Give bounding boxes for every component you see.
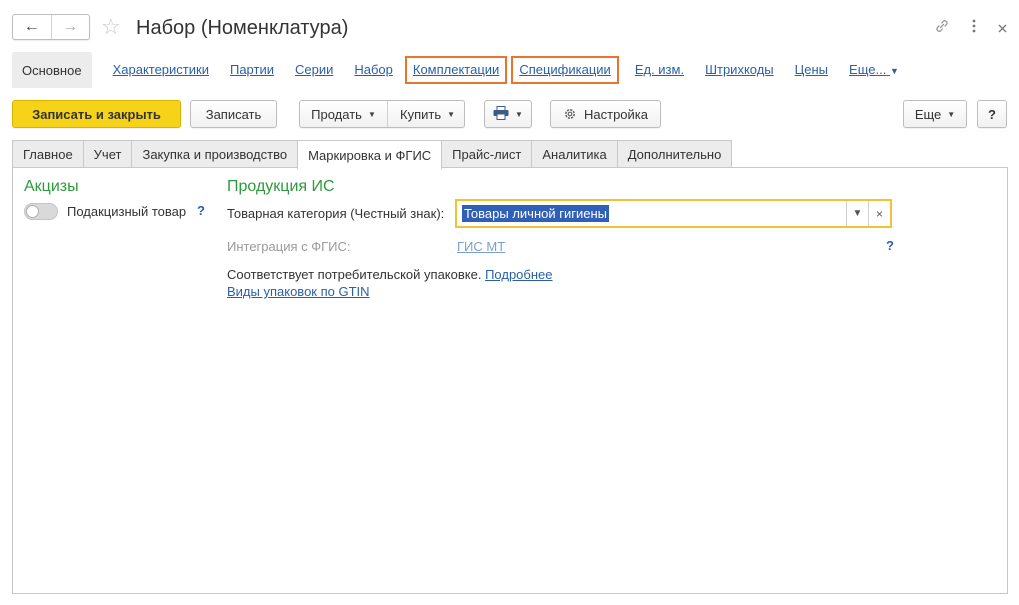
nav-link-prices[interactable]: Цены [795,61,828,79]
buy-button[interactable]: Купить ▼ [387,101,467,127]
category-label: Товарная категория (Честный знак): [227,206,445,221]
nav-current-basic[interactable]: Основное [12,52,92,88]
form-navigation: Основное Характеристики Партии Серии Наб… [12,52,999,88]
dropdown-icon[interactable]: ▼ [846,201,868,226]
nav-link-kits[interactable]: Комплектации [404,56,508,84]
link-icon[interactable] [934,18,950,37]
toggle-knob [26,205,39,218]
forward-button[interactable]: → [50,15,90,39]
caret-down-icon: ▼ [367,109,376,119]
nav-link-series[interactable]: Серии [295,61,333,79]
caret-down-icon: ▼ [889,65,899,76]
more-button[interactable]: Еще ▼ [903,100,967,128]
category-value: Товары личной гигиены [462,205,609,222]
nav-link-more[interactable]: Еще... ▼ [849,61,899,80]
packaging-more-link[interactable]: Подробнее [485,267,552,282]
favorite-star-icon[interactable]: ☆ [101,15,121,39]
excise-toggle[interactable] [24,203,58,220]
nav-link-units[interactable]: Ед. изм. [635,61,684,79]
caret-down-icon: ▼ [515,109,523,119]
arrow-left-icon: ← [23,18,40,35]
save-and-close-button[interactable]: Записать и закрыть [12,100,181,128]
excise-toggle-label: Подакцизный товар [67,204,187,219]
help-button[interactable]: ? [977,100,1007,128]
excise-help-icon[interactable]: ? [197,203,205,218]
excise-section-title: Акцизы [24,178,79,195]
tab-marking-fgis[interactable]: Маркировка и ФГИС [297,140,443,169]
settings-button[interactable]: Настройка [550,100,661,128]
product-is-section-title: Продукция ИС [227,178,335,195]
gtin-packaging-link[interactable]: Виды упаковок по GTIN [227,284,370,299]
nav-link-batches[interactable]: Партии [230,61,274,79]
more-vertical-icon[interactable] [972,19,976,36]
nav-link-characteristics[interactable]: Характеристики [113,61,209,79]
close-icon[interactable] [998,20,1007,36]
tab-accounting[interactable]: Учет [82,140,133,168]
arrow-right-icon: → [62,18,79,35]
window-controls [934,18,1007,37]
integration-label: Интеграция с ФГИС: [227,239,351,254]
tab-price-list[interactable]: Прайс-лист [441,140,533,168]
integration-link[interactable]: ГИС МТ [457,239,505,254]
tab-additional[interactable]: Дополнительно [616,140,733,168]
caret-down-icon: ▼ [447,109,456,119]
back-button[interactable]: ← [13,15,51,39]
category-field-buttons: ▼ × [846,201,890,226]
nav-link-barcodes[interactable]: Штрихкоды [705,61,774,79]
tab-analytics[interactable]: Аналитика [531,140,618,168]
window-title: Набор (Номенклатура) [136,17,349,39]
print-button[interactable]: ▼ [484,100,532,128]
integration-help-icon[interactable]: ? [886,238,894,253]
sell-buy-group: Продать ▼ Купить ▼ [299,100,465,128]
sell-button[interactable]: Продать ▼ [300,101,387,127]
printer-icon [493,105,509,123]
caret-down-icon: ▼ [947,109,956,119]
nav-link-specifications[interactable]: Спецификации [511,56,619,84]
nav-link-set[interactable]: Набор [354,61,393,79]
category-field[interactable]: Товары личной гигиены ▼ × [455,199,892,228]
packaging-text: Соответствует потребительской упаковке. … [227,267,553,282]
tab-purchase-production[interactable]: Закупка и производство [131,140,299,168]
save-button[interactable]: Записать [190,100,277,128]
tab-strip: Главное Учет Закупка и производство Марк… [12,140,733,169]
clear-icon[interactable]: × [868,201,890,226]
tab-content-panel [12,167,1008,594]
gear-icon [563,107,577,121]
history-nav: ← → [12,14,90,40]
tab-main[interactable]: Главное [12,140,84,168]
